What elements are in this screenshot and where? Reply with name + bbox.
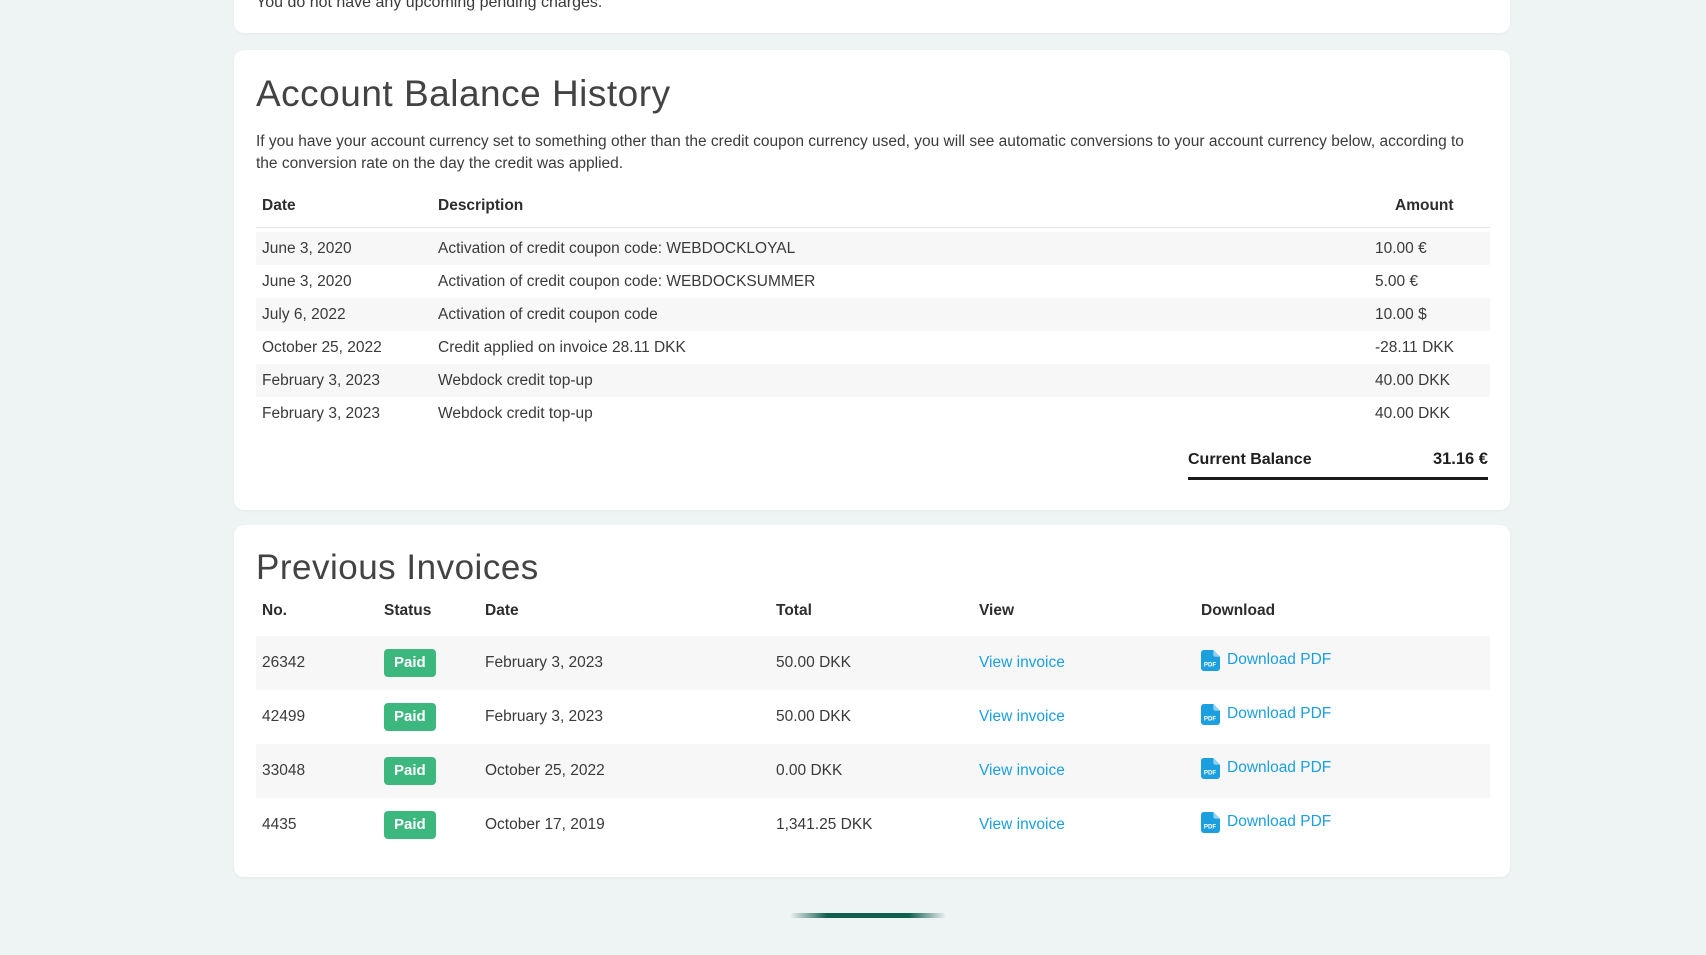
table-row: 42499 Paid February 3, 2023 50.00 DKK Vi… (256, 690, 1490, 744)
balance-row-date: June 3, 2020 (256, 232, 438, 265)
invoice-header-no: No. (256, 602, 384, 636)
table-row: February 3, 2023 Webdock credit top-up 4… (256, 364, 1490, 397)
invoice-number: 33048 (256, 744, 384, 798)
invoice-number: 4435 (256, 798, 384, 852)
balance-history-description: If you have your account currency set to… (256, 131, 1488, 175)
invoice-header-status: Status (384, 602, 485, 636)
pdf-file-icon: PDF (1201, 758, 1220, 779)
balance-row-description: Webdock credit top-up (438, 364, 1375, 397)
invoice-date: February 3, 2023 (485, 690, 776, 744)
balance-row-amount: 10.00 € (1375, 232, 1490, 265)
balance-history-table: Date Description Amount June 3, 2020 Act… (256, 197, 1490, 431)
status-badge: Paid (384, 649, 436, 677)
account-balance-history-card: Account Balance History If you have your… (234, 50, 1510, 510)
balance-header-date: Date (256, 197, 438, 228)
view-invoice-link[interactable]: View invoice (979, 708, 1065, 725)
balance-header-amount: Amount (1375, 197, 1490, 228)
pending-charges-text: You do not have any upcoming pending cha… (256, 0, 602, 12)
view-invoice-link[interactable]: View invoice (979, 654, 1065, 671)
table-row: October 25, 2022 Credit applied on invoi… (256, 331, 1490, 364)
previous-invoices-card: Previous Invoices No. Status Date Total … (234, 525, 1510, 877)
invoice-date: October 17, 2019 (485, 798, 776, 852)
previous-invoices-title: Previous Invoices (256, 549, 1488, 588)
download-pdf-label: Download PDF (1227, 759, 1331, 777)
invoice-header-date: Date (485, 602, 776, 636)
invoice-total: 0.00 DKK (776, 744, 979, 798)
download-pdf-label: Download PDF (1227, 705, 1331, 723)
pdf-file-icon: PDF (1201, 650, 1220, 671)
table-row: February 3, 2023 Webdock credit top-up 4… (256, 397, 1490, 430)
view-invoice-link[interactable]: View invoice (979, 816, 1065, 833)
download-pdf-link[interactable]: PDF Download PDF (1201, 812, 1331, 833)
invoice-header-view: View (979, 602, 1201, 636)
current-balance: Current Balance 31.16 € (1188, 450, 1488, 480)
invoice-table-header-row: No. Status Date Total View Download (256, 602, 1490, 636)
download-pdf-link[interactable]: PDF Download PDF (1201, 650, 1331, 671)
balance-row-amount: 5.00 € (1375, 265, 1490, 298)
table-row: June 3, 2020 Activation of credit coupon… (256, 232, 1490, 265)
balance-row-date: July 6, 2022 (256, 298, 438, 331)
download-pdf-link[interactable]: PDF Download PDF (1201, 758, 1331, 779)
invoice-total: 1,341.25 DKK (776, 798, 979, 852)
balance-header-description: Description (438, 197, 1375, 228)
svg-text:PDF: PDF (1204, 823, 1217, 830)
invoice-date: February 3, 2023 (485, 636, 776, 690)
table-row: June 3, 2020 Activation of credit coupon… (256, 265, 1490, 298)
view-invoice-link[interactable]: View invoice (979, 762, 1065, 779)
download-pdf-label: Download PDF (1227, 651, 1331, 669)
balance-row-date: October 25, 2022 (256, 331, 438, 364)
status-badge: Paid (384, 811, 436, 839)
balance-table-header-row: Date Description Amount (256, 197, 1490, 228)
table-row: 33048 Paid October 25, 2022 0.00 DKK Vie… (256, 744, 1490, 798)
balance-row-description: Activation of credit coupon code: WEBDOC… (438, 265, 1375, 298)
billing-page: You do not have any upcoming pending cha… (234, 0, 1510, 877)
download-pdf-link[interactable]: PDF Download PDF (1201, 704, 1331, 725)
invoice-number: 26342 (256, 636, 384, 690)
balance-row-amount: 10.00 $ (1375, 298, 1490, 331)
current-balance-label: Current Balance (1188, 451, 1312, 469)
invoice-total: 50.00 DKK (776, 690, 979, 744)
table-row: July 6, 2022 Activation of credit coupon… (256, 298, 1490, 331)
balance-row-description: Activation of credit coupon code: WEBDOC… (438, 232, 1375, 265)
balance-row-description: Webdock credit top-up (438, 397, 1375, 430)
pdf-file-icon: PDF (1201, 704, 1220, 725)
svg-text:PDF: PDF (1204, 769, 1217, 776)
status-badge: Paid (384, 757, 436, 785)
invoice-header-total: Total (776, 602, 979, 636)
invoice-number: 42499 (256, 690, 384, 744)
table-row: 26342 Paid February 3, 2023 50.00 DKK Vi… (256, 636, 1490, 690)
svg-text:PDF: PDF (1204, 715, 1217, 722)
table-row: 4435 Paid October 17, 2019 1,341.25 DKK … (256, 798, 1490, 852)
bottom-widget-pill[interactable] (790, 913, 946, 918)
status-badge: Paid (384, 703, 436, 731)
invoice-header-download: Download (1201, 602, 1490, 636)
balance-row-description: Credit applied on invoice 28.11 DKK (438, 331, 1375, 364)
balance-row-amount: 40.00 DKK (1375, 397, 1490, 430)
download-pdf-label: Download PDF (1227, 813, 1331, 831)
balance-row-amount: -28.11 DKK (1375, 331, 1490, 364)
balance-row-amount: 40.00 DKK (1375, 364, 1490, 397)
current-balance-value: 31.16 € (1433, 450, 1488, 469)
invoice-date: October 25, 2022 (485, 744, 776, 798)
previous-invoices-table: No. Status Date Total View Download 2634… (256, 602, 1490, 852)
balance-row-description: Activation of credit coupon code (438, 298, 1375, 331)
pending-charges-card: You do not have any upcoming pending cha… (234, 0, 1510, 33)
balance-row-date: June 3, 2020 (256, 265, 438, 298)
account-balance-history-title: Account Balance History (256, 74, 1488, 115)
svg-text:PDF: PDF (1204, 661, 1217, 668)
invoice-total: 50.00 DKK (776, 636, 979, 690)
pdf-file-icon: PDF (1201, 812, 1220, 833)
balance-row-date: February 3, 2023 (256, 397, 438, 430)
balance-row-date: February 3, 2023 (256, 364, 438, 397)
